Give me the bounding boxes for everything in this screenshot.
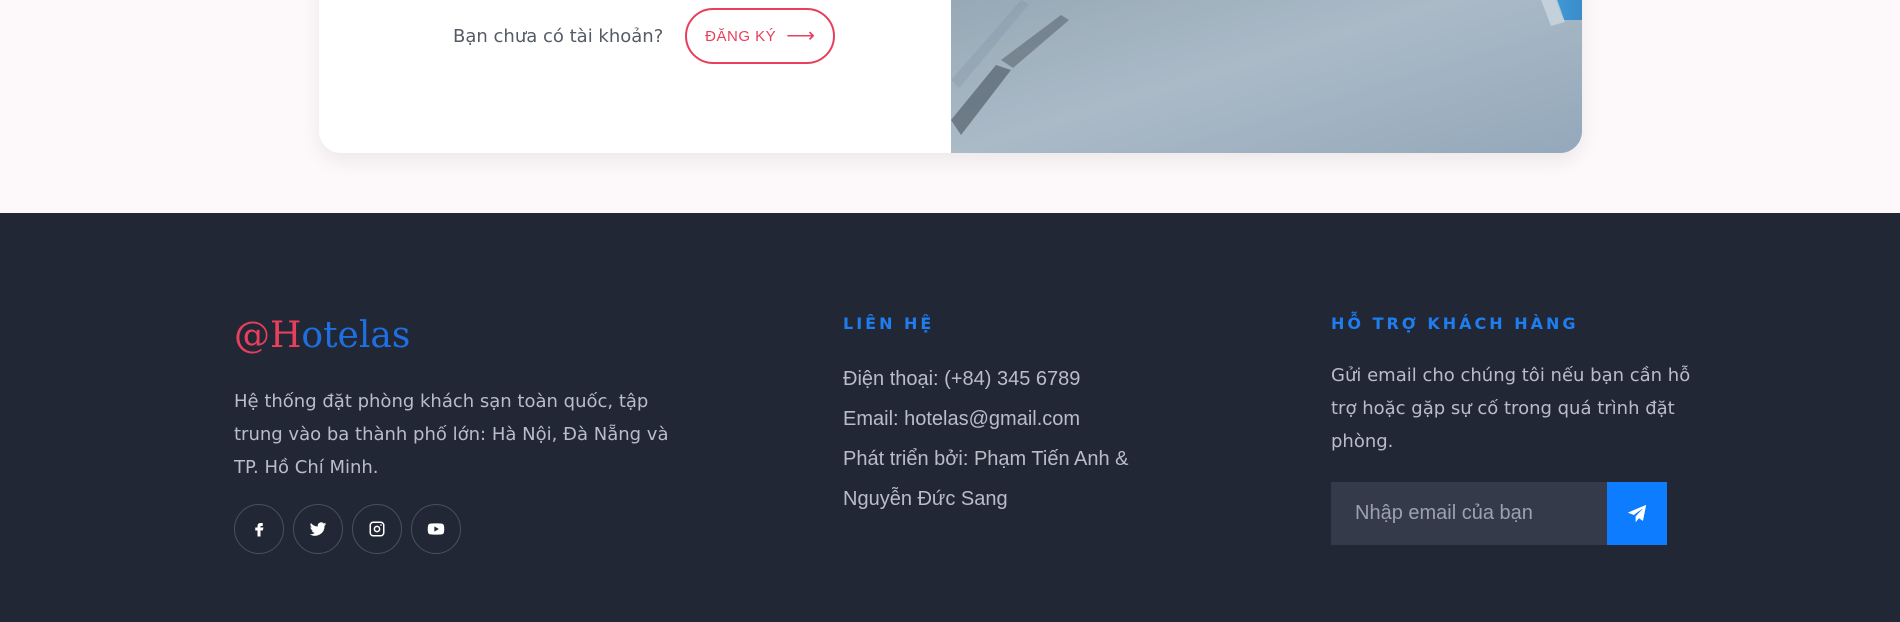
facebook-link[interactable] xyxy=(234,504,284,554)
support-email-input[interactable] xyxy=(1331,482,1607,545)
footer-brand-logo[interactable]: @Hotelas xyxy=(234,315,410,356)
pool-deck-illustration xyxy=(951,0,1582,153)
brand-rest: otelas xyxy=(301,315,411,356)
brand-at-h: @H xyxy=(234,315,302,356)
instagram-link[interactable] xyxy=(352,504,402,554)
site-footer: @Hotelas Hệ thống đặt phòng khách sạn to… xyxy=(0,213,1900,622)
arrow-right-icon: ⟶ xyxy=(786,25,816,47)
contact-info: Điện thoại: (+84) 345 6789 Email: hotela… xyxy=(843,359,1173,519)
contact-heading: LIÊN HỆ xyxy=(843,314,935,333)
login-section: Bạn chưa có tài khoản? ĐĂNG KÝ ⟶ xyxy=(0,0,1900,213)
signup-button[interactable]: ĐĂNG KÝ ⟶ xyxy=(685,8,836,64)
contact-email[interactable]: Email: hotelas@gmail.com xyxy=(843,399,1173,439)
youtube-icon xyxy=(427,523,445,535)
paper-plane-icon xyxy=(1627,504,1647,522)
footer-about-text: Hệ thống đặt phòng khách sạn toàn quốc, … xyxy=(234,391,669,478)
send-button[interactable] xyxy=(1607,482,1667,545)
twitter-icon xyxy=(309,522,327,536)
social-links xyxy=(234,504,461,554)
instagram-icon xyxy=(369,521,385,537)
login-card: Bạn chưa có tài khoản? ĐĂNG KÝ ⟶ xyxy=(319,0,1582,153)
signup-row: Bạn chưa có tài khoản? ĐĂNG KÝ ⟶ xyxy=(453,8,836,64)
hotel-pool-image xyxy=(951,0,1582,153)
facebook-icon xyxy=(255,523,264,537)
twitter-link[interactable] xyxy=(293,504,343,554)
contact-developers-line1: Phát triển bởi: Phạm Tiến Anh & xyxy=(843,448,1129,470)
support-text: Gửi email cho chúng tôi nếu bạn cần hỗ t… xyxy=(1331,365,1691,452)
support-heading: HỖ TRỢ KHÁCH HÀNG xyxy=(1331,314,1579,333)
contact-developers-line2: Nguyễn Đức Sang xyxy=(843,488,1008,510)
contact-phone[interactable]: Điện thoại: (+84) 345 6789 xyxy=(843,359,1173,399)
support-email-form xyxy=(1331,482,1667,545)
youtube-link[interactable] xyxy=(411,504,461,554)
login-card-form-side: Bạn chưa có tài khoản? ĐĂNG KÝ ⟶ xyxy=(319,0,951,153)
signup-button-label: ĐĂNG KÝ xyxy=(705,27,777,45)
signup-prompt: Bạn chưa có tài khoản? xyxy=(453,25,664,47)
